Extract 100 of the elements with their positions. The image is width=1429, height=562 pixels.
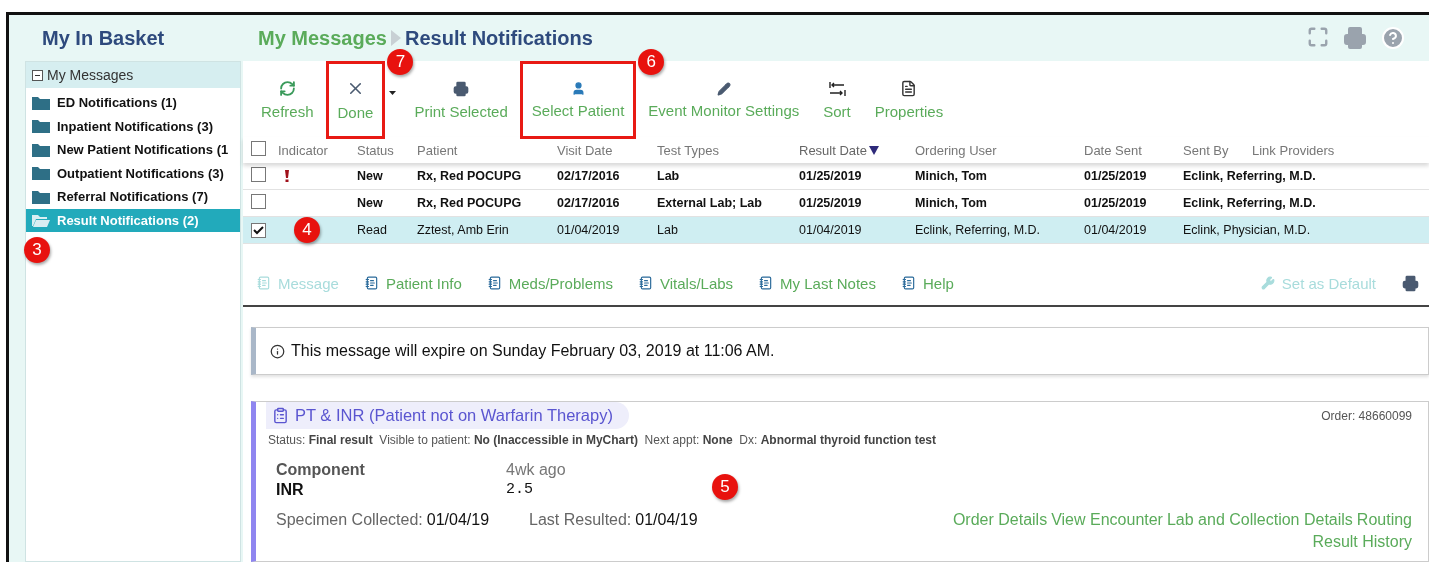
table-cell: Lab xyxy=(657,223,678,237)
folder-item[interactable]: New Patient Notifications (1 xyxy=(26,138,240,162)
date-label: Last Resulted: xyxy=(529,511,632,529)
table-cell: Eclink, Referring, M.D. xyxy=(1183,196,1316,210)
nav-link[interactable]: Patient Info xyxy=(364,274,462,292)
folder-icon xyxy=(32,119,50,134)
table-cell: Eclink, Physician, M.D. xyxy=(1183,223,1311,237)
nav-link[interactable]: Help xyxy=(901,274,954,292)
table-cell: New xyxy=(357,196,383,210)
column-header[interactable]: Link Providers xyxy=(1252,142,1335,158)
step-marker: 3 xyxy=(24,236,50,263)
row-checkbox[interactable] xyxy=(251,193,266,209)
column-header[interactable]: Sent By xyxy=(1183,142,1229,158)
table-cell: 01/25/2019 xyxy=(1084,169,1147,183)
toolbar-button[interactable]: Done xyxy=(325,61,386,139)
notebook-icon xyxy=(759,276,774,290)
folder-icon xyxy=(32,142,50,157)
toolbar-button[interactable]: Select Patient xyxy=(519,61,637,139)
table-cell: External Lab; Lab xyxy=(657,196,762,210)
sort-descending-icon xyxy=(868,145,879,155)
folder-icon xyxy=(32,189,50,204)
result-link[interactable]: Lab and Collection Details xyxy=(1166,511,1353,529)
folder-item[interactable]: Inpatient Notifications (3) xyxy=(26,114,240,138)
column-header[interactable]: Test Types xyxy=(657,142,719,158)
table-cell: Rx, Red POCUPG xyxy=(417,196,522,210)
nav-link[interactable]: Meds/Problems xyxy=(487,274,613,292)
tree-root-label: My Messages xyxy=(47,67,134,83)
step-marker: 7 xyxy=(387,49,414,75)
breadcrumb-separator-icon xyxy=(390,30,401,46)
table-cell: Eclink, Referring, M.D. xyxy=(915,223,1041,237)
caret-icon[interactable] xyxy=(389,91,397,95)
result-link[interactable]: Routing xyxy=(1356,511,1412,529)
folder-item[interactable]: Referral Notifications (7) xyxy=(26,185,240,209)
notebook-icon xyxy=(901,276,916,290)
column-header: Component xyxy=(276,461,365,479)
column-header[interactable]: Ordering User xyxy=(915,142,997,158)
pencil-icon xyxy=(716,81,731,96)
nav-link[interactable]: My Last Notes xyxy=(759,274,876,292)
date-value: 01/04/19 xyxy=(426,511,490,529)
table-cell: 02/17/2016 xyxy=(557,169,620,183)
table-cell: New xyxy=(357,169,383,183)
tree-root-item[interactable]: My Messages xyxy=(26,62,240,88)
step-marker: 6 xyxy=(638,49,665,75)
toolbar-button[interactable]: Sort xyxy=(812,61,862,139)
table-cell: 01/25/2019 xyxy=(799,169,862,183)
person-icon xyxy=(570,81,586,96)
table-cell: Read xyxy=(357,223,387,237)
table-cell: Zztest, Amb Erin xyxy=(417,223,509,237)
column-header[interactable]: Indicator xyxy=(278,142,328,158)
notice-text: This message will expire on Sunday February 03, 2019 at 11:06 AM. xyxy=(291,342,775,360)
result-details: Status: Final result Visible to patient: No (Inaccessible in MyChart) Next appt: None Dx: Abnormal thyroid function test xyxy=(268,433,936,447)
panel-title: My In Basket xyxy=(42,26,166,50)
result-title[interactable]: PT & INR (Patient not on Warfarin Therapy) xyxy=(266,402,629,429)
table-cell: 01/04/2019 xyxy=(1084,223,1147,237)
breadcrumb-item: Result Notifications xyxy=(404,26,593,50)
collapse-icon[interactable] xyxy=(32,69,43,81)
nav-link[interactable]: Vitals/Labs xyxy=(638,274,734,292)
table-cell: Minich, Tom xyxy=(915,169,987,183)
column-header: 4wk ago xyxy=(506,461,566,479)
message-row[interactable]: 4 Read Zztest, Amb Erin 01/04/2019 Lab 01/04/2019 Eclink, Referring, M.D. 01/04/2019 Eclink, Physician, M.D. xyxy=(243,217,1429,244)
order-number: Order: 48660099 xyxy=(1321,408,1412,423)
refresh-icon xyxy=(278,80,296,97)
date-label: Specimen Collected: xyxy=(276,511,423,529)
column-header[interactable]: Result Date xyxy=(799,142,867,158)
help-icon[interactable] xyxy=(1381,26,1405,50)
column-header[interactable]: Patient xyxy=(417,142,458,158)
column-header[interactable]: Status xyxy=(357,142,394,158)
row-checkbox[interactable] xyxy=(251,166,266,182)
notebook-icon xyxy=(364,276,379,290)
table-cell: Minich, Tom xyxy=(915,196,987,210)
print-icon[interactable] xyxy=(1402,274,1419,292)
table-cell: 02/17/2016 xyxy=(557,196,620,210)
select-all-checkbox[interactable] xyxy=(251,140,266,156)
folder-item[interactable]: ED Notifications (1) xyxy=(26,91,240,115)
result-link[interactable]: Result History xyxy=(1312,533,1412,551)
breadcrumb-item[interactable]: My Messages xyxy=(258,26,387,50)
document-icon xyxy=(900,80,918,97)
wrench-icon xyxy=(1260,276,1275,290)
printer-icon xyxy=(453,80,470,97)
folder-item[interactable]: Result Notifications (2) xyxy=(26,208,240,232)
date-value: 01/04/19 xyxy=(635,511,698,529)
notebook-icon xyxy=(257,276,271,290)
result-link[interactable]: Order Details xyxy=(952,511,1048,529)
table-cell: Lab xyxy=(657,169,680,183)
step-marker: 5 xyxy=(712,474,738,500)
result-link[interactable]: View Encounter xyxy=(1051,511,1163,529)
column-header[interactable]: Visit Date xyxy=(557,142,613,158)
info-icon xyxy=(270,343,285,359)
table-cell: 01/25/2019 xyxy=(1084,196,1147,210)
folder-item[interactable]: Outpatient Notifications (3) xyxy=(26,161,240,185)
table-cell: Rx, Red POCUPG xyxy=(417,169,522,183)
toolbar-button[interactable]: Properties xyxy=(863,61,955,139)
folder-icon xyxy=(32,95,50,110)
notebook-icon xyxy=(487,276,502,290)
step-marker: 4 xyxy=(294,217,320,243)
row-checkbox[interactable] xyxy=(251,223,266,238)
result-value: 2.5 xyxy=(506,481,533,499)
column-header[interactable]: Date Sent xyxy=(1084,142,1142,158)
open-folder-icon xyxy=(32,213,50,228)
toolbar-button[interactable]: Refresh xyxy=(250,61,325,139)
